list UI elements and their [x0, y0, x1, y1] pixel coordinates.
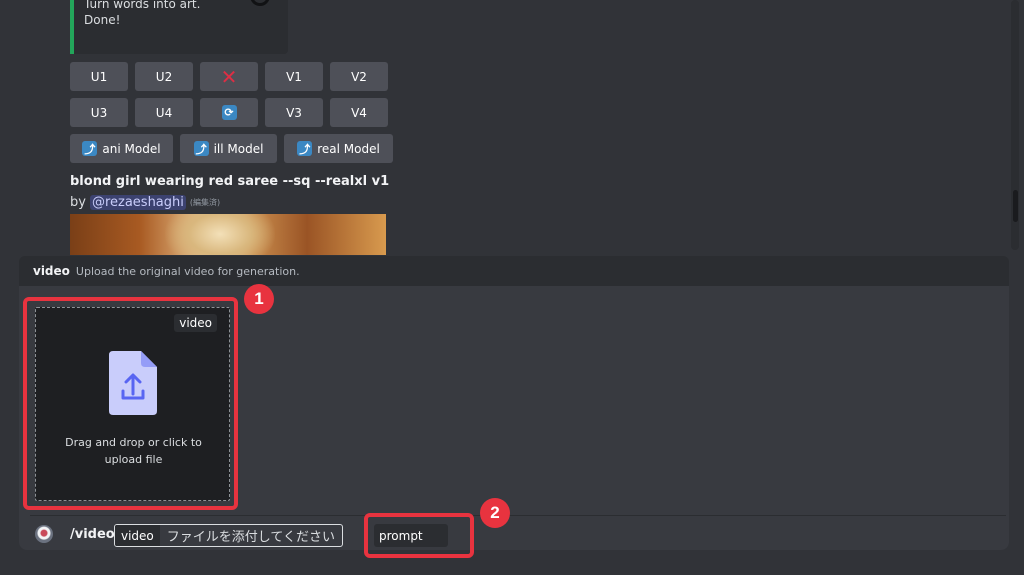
embed-status: Done! — [84, 13, 121, 27]
callout-box-1 — [23, 297, 238, 510]
message-author-line: by @rezaeshaghi (編集済) — [70, 195, 220, 210]
user-mention[interactable]: @rezaeshaghi — [89, 195, 186, 210]
button-label: ill Model — [213, 141, 264, 156]
input-divider — [30, 515, 1006, 516]
variation-4-button[interactable]: V4 — [330, 98, 388, 127]
delete-button[interactable]: ✕ — [200, 62, 258, 91]
real-model-button[interactable]: ⤴ real Model — [284, 134, 393, 163]
x-mark-icon: ✕ — [220, 64, 238, 89]
up-arrow-icon: ⤴ — [193, 141, 209, 156]
message-prompt-title: blond girl wearing red saree --sq --real… — [70, 174, 390, 189]
slash-command-name: /video — [70, 527, 115, 542]
embed-line: Turn words into art. — [84, 0, 201, 11]
option-value: ファイルを添付してください — [166, 530, 336, 545]
ill-model-button[interactable]: ⤴ ill Model — [180, 134, 277, 163]
ani-model-button[interactable]: ⤴ ani Model — [70, 134, 173, 163]
up-arrow-icon: ⤴ — [82, 141, 98, 156]
chat-scrollbar-thumb[interactable] — [1013, 190, 1018, 222]
upscale-3-button[interactable]: U3 — [70, 98, 128, 127]
upscale-4-button[interactable]: U4 — [135, 98, 193, 127]
edited-label: (編集済) — [189, 198, 221, 207]
by-label: by — [70, 195, 86, 210]
generated-image[interactable] — [70, 214, 386, 255]
option-name: video — [115, 525, 160, 546]
callout-badge-1: 1 — [244, 284, 274, 314]
discord-app: Turn words into art. Done! U1 U2 ✕ V1 V2… — [0, 0, 1024, 575]
button-label: real Model — [317, 141, 380, 156]
variation-3-button[interactable]: V3 — [265, 98, 323, 127]
up-arrow-icon: ⤴ — [297, 141, 313, 156]
command-option-name: video — [33, 264, 70, 278]
variation-2-button[interactable]: V2 — [330, 62, 388, 91]
variation-1-button[interactable]: V1 — [265, 62, 323, 91]
bot-avatar — [35, 525, 53, 543]
embed-thumbnail — [250, 0, 270, 6]
upscale-1-button[interactable]: U1 — [70, 62, 128, 91]
callout-badge-2: 2 — [480, 498, 510, 528]
button-label: ani Model — [102, 141, 161, 156]
image-detail — [165, 214, 275, 255]
refresh-icon: ⟳ — [221, 105, 237, 120]
bot-embed: Turn words into art. Done! — [70, 0, 288, 54]
callout-box-2 — [364, 513, 474, 558]
reroll-button[interactable]: ⟳ — [200, 98, 258, 127]
video-option-field[interactable]: video ファイルを添付してください — [114, 524, 344, 547]
command-option-description: Upload the original video for generation… — [75, 264, 300, 278]
command-option-header: video Upload the original video for gene… — [19, 256, 1009, 286]
upscale-2-button[interactable]: U2 — [135, 62, 193, 91]
